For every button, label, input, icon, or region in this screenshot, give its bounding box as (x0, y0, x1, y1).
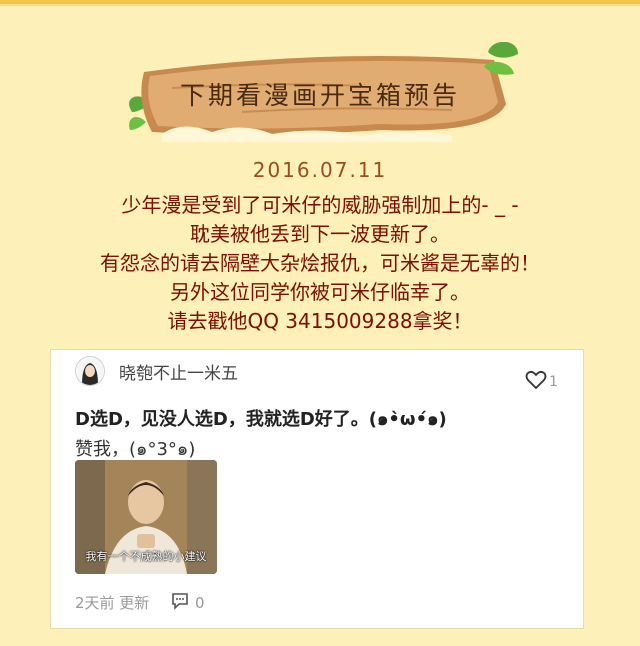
username[interactable]: 晓匏不止一米五 (119, 359, 238, 384)
meme-image[interactable]: 我有一个不成熟的小建议 (75, 460, 217, 574)
post-date: 2016.07.11 (252, 158, 388, 182)
avatar[interactable] (75, 356, 105, 386)
top-border (0, 0, 640, 6)
heart-icon (525, 370, 547, 390)
meme-caption: 我有一个不成熟的小建议 (85, 550, 207, 563)
message-line: 请去戳他QQ 3415009288拿奖！ (167, 309, 473, 333)
title-banner: 下期看漫画开宝箱预告 (122, 42, 518, 142)
message-line: 另外这位同学你被可米仔临幸了。 (170, 280, 470, 304)
comment-text: D选D，见没人选D，我就选D好了。(๑•̀ω•́๑) (75, 409, 447, 430)
like-button[interactable]: 1 (525, 370, 575, 392)
comment-screenshot: 晓匏不止一米五 1 D选D，见没人选D，我就选D好了。(๑•̀ω•́๑) 赞我，… (51, 350, 583, 628)
comment-bubble-icon (172, 593, 188, 610)
user-avatar-icon (76, 357, 104, 385)
message-line: 少年漫是受到了可米仔的威胁强制加上的- _ - (121, 193, 519, 217)
like-count: 1 (549, 374, 558, 390)
message-line: 耽美被他丢到下一波更新了。 (190, 222, 450, 246)
message-line: 有怨念的请去隔壁大杂烩报仇，可米酱是无辜的！ (100, 251, 540, 275)
comment-count: 0 (195, 594, 205, 612)
banner-title: 下期看漫画开宝箱预告 (179, 81, 460, 110)
comment-subtext: 赞我，(๑°3°๑) (75, 439, 196, 460)
reply-button[interactable]: 0 (171, 592, 221, 612)
comment-time: 2天前 更新 (75, 594, 150, 612)
